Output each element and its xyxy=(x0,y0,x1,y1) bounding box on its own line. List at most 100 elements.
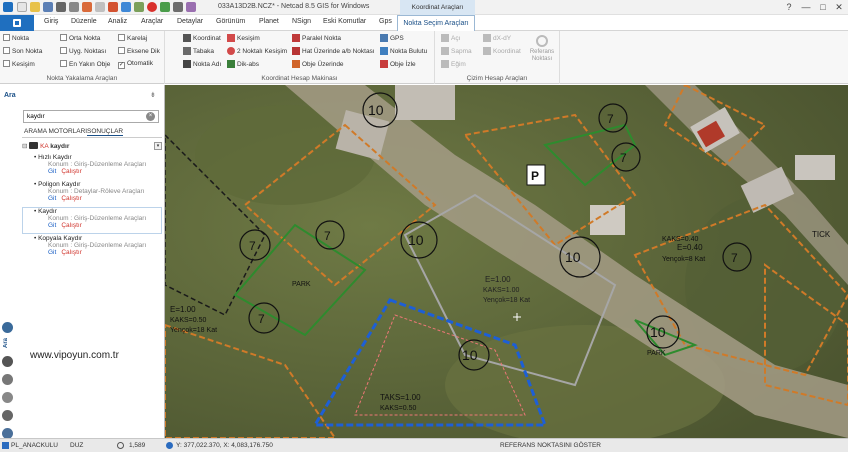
help-button[interactable]: ? xyxy=(783,1,795,13)
rail-search-tab[interactable]: Ara xyxy=(3,338,9,348)
tab-arama-motorlari[interactable]: ARAMA MOTORLARI xyxy=(24,128,87,135)
search-input[interactable] xyxy=(24,111,144,122)
save-icon[interactable] xyxy=(43,2,53,12)
run-link[interactable]: Çalıştır xyxy=(61,249,82,256)
snap-kesisim-checkbox[interactable]: Kesişim xyxy=(3,60,35,68)
snap-orta-nokta-checkbox[interactable]: Orta Nokta xyxy=(60,34,100,42)
open-folder-icon[interactable] xyxy=(30,2,40,12)
tab-nokta-secim-araclari[interactable]: Nokta Seçim Araçları xyxy=(397,15,475,31)
cut-icon[interactable] xyxy=(69,2,79,12)
koordinat-button[interactable]: Koordinat xyxy=(183,34,221,42)
run-link[interactable]: Çalıştır xyxy=(61,195,82,202)
ribbon-tabs: Giriş Düzenle Analiz Araçlar Detaylar Gö… xyxy=(0,15,848,31)
clear-search-icon[interactable]: × xyxy=(146,112,155,121)
pdf-icon[interactable] xyxy=(108,2,118,12)
dx-dy-button[interactable]: dX-dY xyxy=(483,34,511,42)
nokta-adi-label: Nokta Adı xyxy=(193,61,222,68)
snap-en-yakin-obje-checkbox[interactable]: En Yakın Obje xyxy=(60,60,110,68)
obje-izle-button[interactable]: Obje İzle xyxy=(380,60,416,68)
kesisim-button[interactable]: Kesişim xyxy=(227,34,260,42)
run-link[interactable]: Çalıştır xyxy=(61,168,82,175)
undo-icon[interactable] xyxy=(82,2,92,12)
map-scale[interactable]: 1,589 xyxy=(129,442,145,449)
file-menu-button[interactable] xyxy=(0,15,34,31)
draw-koordinat-button[interactable]: Koordinat xyxy=(483,47,521,55)
tab-detaylar[interactable]: Detaylar xyxy=(177,18,203,25)
result-location: Konum : Giriş-Düzenleme Araçları xyxy=(48,242,147,249)
layer-icon[interactable] xyxy=(134,2,144,12)
tool-icon[interactable] xyxy=(2,392,13,403)
tab-gps[interactable]: Gps xyxy=(379,18,392,25)
aci-button[interactable]: Açı xyxy=(441,34,460,42)
hat-uzerinde-button[interactable]: Hat Üzerinde a/b Noktası xyxy=(292,47,375,55)
tab-planet[interactable]: Planet xyxy=(259,18,279,25)
run-link[interactable]: Çalıştır xyxy=(61,222,82,229)
zoning-label: 10 xyxy=(462,347,478,363)
collapse-icon[interactable]: ⊟ xyxy=(22,143,27,150)
close-button[interactable]: ✕ xyxy=(833,1,845,13)
list-item[interactable]: • Hızlı Kaydır Konum : Giriş-Düzenleme A… xyxy=(22,154,162,175)
iki-noktali-kesisim-button[interactable]: 2 Noktalı Kesişim xyxy=(227,47,287,55)
current-layer[interactable]: PL_ANACKULU xyxy=(11,442,58,449)
list-item[interactable]: • Poligon Kaydır Konum : Detaylar-Röleve… xyxy=(22,181,162,202)
list-item[interactable]: • Kaydır Konum : Giriş-Düzenleme Araçlar… xyxy=(22,208,162,229)
run-icon[interactable] xyxy=(160,2,170,12)
draw-group-label: Çizim Hesap Araçları xyxy=(466,75,528,82)
go-link[interactable]: Git xyxy=(48,168,56,175)
egim-button[interactable]: Eğim xyxy=(441,60,466,68)
settings-icon[interactable] xyxy=(173,2,183,12)
go-link[interactable]: Git xyxy=(48,249,56,256)
tabaka-button[interactable]: Tabaka xyxy=(183,47,214,55)
info-icon[interactable] xyxy=(2,322,13,333)
paralel-nokta-button[interactable]: Paralel Nokta xyxy=(292,34,341,42)
tab-eski-komutlar[interactable]: Eski Komutlar xyxy=(323,18,366,25)
dik-abs-button[interactable]: Dik-abs xyxy=(227,60,259,68)
new-file-icon[interactable] xyxy=(17,2,27,12)
nokta-bulutu-button[interactable]: Nokta Bulutu xyxy=(380,47,427,55)
sapma-button[interactable]: Sapma xyxy=(441,47,472,55)
snap-son-nokta-checkbox[interactable]: Son Nokta xyxy=(3,47,42,55)
tab-araclar[interactable]: Araçlar xyxy=(141,18,163,25)
snap-uyg-noktasi-checkbox[interactable]: Uyg. Noktası xyxy=(60,47,106,55)
info-icon[interactable] xyxy=(121,2,131,12)
expand-icon[interactable]: ▾ xyxy=(154,142,162,150)
referans-noktasi-label: Referans Noktası xyxy=(529,49,555,62)
result-title: • Kaydır xyxy=(34,208,57,215)
redo-icon[interactable] xyxy=(95,2,105,12)
tab-nsign[interactable]: NSign xyxy=(292,18,311,25)
draw-mode[interactable]: DUZ xyxy=(70,442,83,449)
snap-karelaj-checkbox[interactable]: Karelaj xyxy=(118,34,147,42)
tab-gorunum[interactable]: Görünüm xyxy=(216,18,245,25)
tool-icon[interactable] xyxy=(186,2,196,12)
snap-eksene-dik-checkbox[interactable]: Eksene Dik xyxy=(118,47,160,55)
nokta-adi-button[interactable]: Nokta Adı xyxy=(183,60,221,68)
settings-icon[interactable] xyxy=(2,410,13,421)
print-icon[interactable] xyxy=(56,2,66,12)
root-tag: KA xyxy=(40,143,49,150)
tab-sonuclar[interactable]: SONUÇLAR xyxy=(87,128,124,136)
gps-button[interactable]: GPS xyxy=(380,34,404,42)
maximize-button[interactable]: □ xyxy=(817,1,829,13)
app-logo-icon[interactable] xyxy=(3,2,13,12)
obje-uzerinde-button[interactable]: Obje Üzerinde xyxy=(292,60,344,68)
minimize-button[interactable]: — xyxy=(800,1,812,13)
edit-icon[interactable] xyxy=(2,374,13,385)
search-panel: Ara ⇟ × ARAMA MOTORLARI SONUÇLAR ⊟ KA ka… xyxy=(0,85,165,439)
snap-otomatik-checkbox[interactable]: ✓ Otomatik xyxy=(118,60,153,69)
search-icon[interactable] xyxy=(2,356,13,367)
tab-analiz[interactable]: Analiz xyxy=(108,18,127,25)
tab-giris[interactable]: Giriş xyxy=(44,18,58,25)
zoning-label: 7 xyxy=(607,112,614,126)
go-link[interactable]: Git xyxy=(48,222,56,229)
map-canvas[interactable]: 10 7 7 10 7 7 10 10 7 10 7 PARK PARK P T… xyxy=(165,85,848,438)
result-root[interactable]: ⊟ KA kaydır xyxy=(22,142,69,150)
pin-icon[interactable]: ⇟ xyxy=(150,91,156,99)
stop-icon[interactable] xyxy=(147,2,157,12)
list-item[interactable]: • Kopyala Kaydır Konum : Giriş-Düzenleme… xyxy=(22,235,162,256)
referans-noktasi-button[interactable]: Referans Noktası xyxy=(527,35,557,73)
snap-nokta-checkbox[interactable]: Nokta xyxy=(3,34,29,42)
go-link[interactable]: Git xyxy=(48,195,56,202)
trace-object-icon xyxy=(380,60,388,68)
dik-abs-label: Dik-abs xyxy=(237,61,260,68)
tab-duzenle[interactable]: Düzenle xyxy=(71,18,97,25)
